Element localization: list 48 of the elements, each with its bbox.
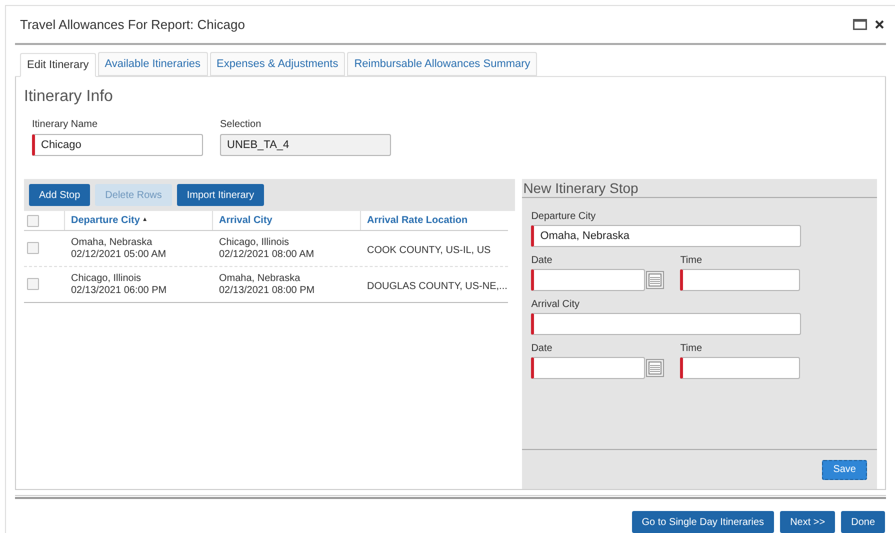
tab[interactable]: Reimbursable Allowances Summary [347, 52, 538, 76]
column-header[interactable]: Arrival City [219, 213, 272, 228]
calendar-icon[interactable] [646, 359, 664, 377]
checkbox[interactable] [27, 242, 39, 254]
close-icon[interactable] [875, 20, 884, 29]
field-label: Time [680, 342, 704, 356]
tab[interactable]: Edit Itinerary [20, 53, 96, 77]
input-field[interactable]: Chicago [32, 134, 203, 156]
field-label: Itinerary Name [32, 118, 99, 132]
table-cell-text: 02/12/2021 05:00 AM [71, 249, 168, 261]
field-label: Selection [220, 118, 262, 132]
field-label: Date [531, 342, 554, 356]
input-field[interactable] [680, 357, 800, 379]
input-field[interactable] [680, 269, 800, 291]
table-cell-text: 02/13/2021 08:00 PM [219, 285, 316, 297]
table-cell: COOK COUNTY, US-IL, US [367, 245, 491, 256]
section-heading: Itinerary Info [24, 87, 114, 107]
table-cell-text: Omaha, Nebraska [71, 237, 154, 249]
checkbox[interactable] [27, 278, 39, 290]
table-cell-text: Omaha, Nebraska [219, 273, 302, 285]
tab[interactable]: Available Itineraries [98, 52, 208, 76]
input-field[interactable]: Omaha, Nebraska [531, 225, 802, 247]
field-label: Time [680, 254, 704, 268]
input-field[interactable] [531, 313, 802, 335]
column-header[interactable]: Arrival Rate Location [367, 213, 468, 228]
checkbox[interactable] [27, 214, 39, 226]
toolbar-button[interactable]: Import Itinerary [176, 184, 264, 206]
table-cell-text: Chicago, Illinois [71, 273, 142, 285]
column-header[interactable]: Departure City [71, 213, 140, 228]
input-field[interactable] [531, 269, 646, 291]
calendar-icon[interactable] [646, 271, 664, 289]
save-button[interactable]: Save [822, 460, 867, 480]
field-label: Date [531, 254, 554, 268]
tab[interactable]: Expenses & Adjustments [210, 52, 346, 76]
footer-button[interactable]: Next >> [780, 511, 836, 533]
panel-heading: New Itinerary Stop [522, 179, 638, 197]
table-cell: DOUGLAS COUNTY, US-NE,... [367, 281, 508, 292]
toolbar-button[interactable]: Add Stop [29, 184, 90, 206]
footer-button[interactable]: Done [841, 511, 885, 533]
table-cell-text: 02/13/2021 06:00 PM [71, 285, 168, 297]
maximize-icon[interactable] [853, 19, 867, 30]
footer-button[interactable]: Go to Single Day Itineraries [632, 511, 774, 533]
input-field[interactable] [531, 357, 646, 379]
table-cell-text: Chicago, Illinois [219, 237, 290, 249]
table-cell-text: 02/12/2021 08:00 AM [219, 249, 316, 261]
field-label: Departure City [531, 210, 597, 224]
field-label: Arrival City [531, 298, 581, 312]
window-title: Travel Allowances For Report: Chicago [19, 16, 245, 34]
